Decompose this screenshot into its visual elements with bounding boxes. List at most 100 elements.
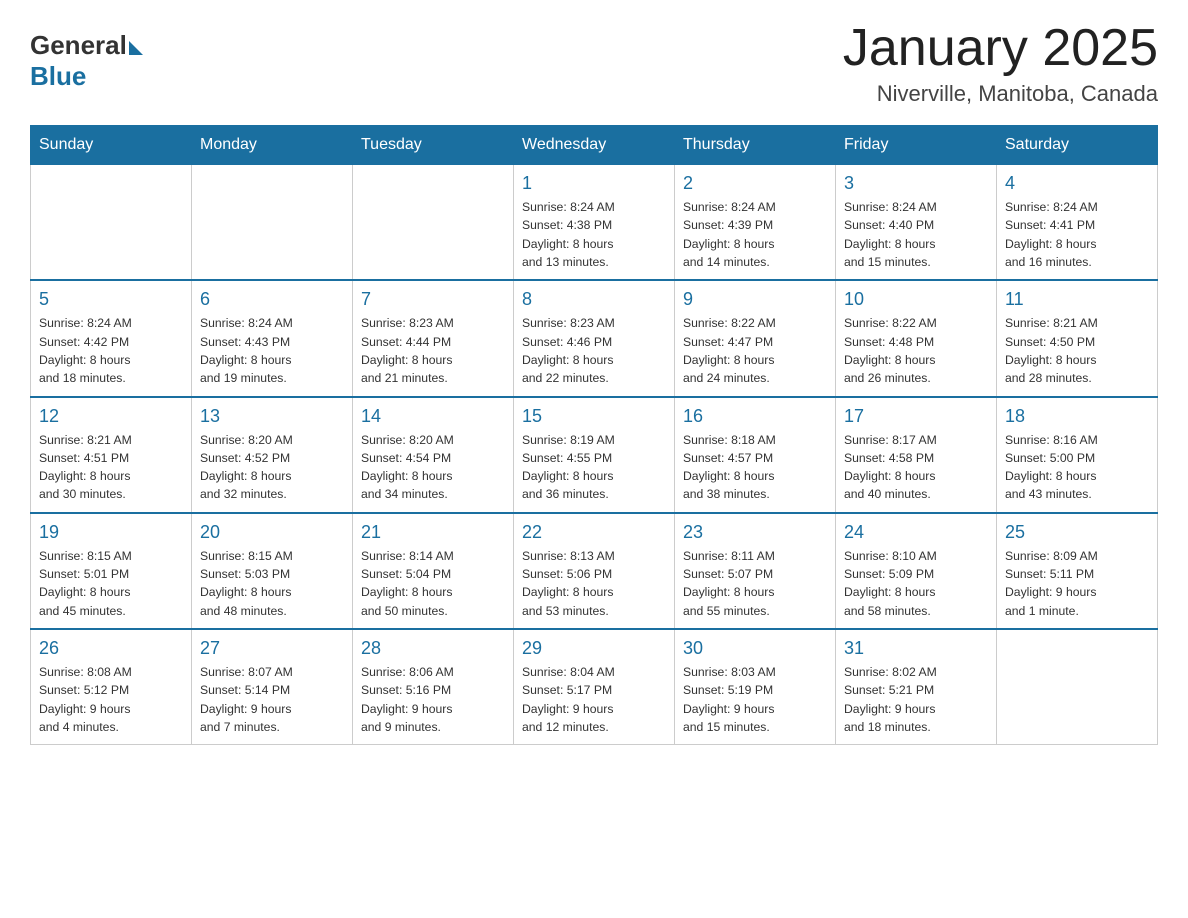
calendar-cell (997, 629, 1158, 745)
calendar-cell: 22 Sunrise: 8:13 AMSunset: 5:06 PMDayligh… (514, 513, 675, 629)
day-info: Sunrise: 8:09 AMSunset: 5:11 PMDaylight:… (1005, 547, 1149, 620)
calendar-cell: 3 Sunrise: 8:24 AMSunset: 4:40 PMDaylight… (836, 165, 997, 281)
day-number: 23 (683, 522, 827, 543)
day-info: Sunrise: 8:24 AMSunset: 4:42 PMDaylight:… (39, 314, 183, 387)
calendar-cell: 15 Sunrise: 8:19 AMSunset: 4:55 PMDayligh… (514, 397, 675, 513)
day-number: 13 (200, 406, 344, 427)
day-info: Sunrise: 8:20 AMSunset: 4:52 PMDaylight:… (200, 431, 344, 504)
day-number: 9 (683, 289, 827, 310)
calendar-week-row: 19 Sunrise: 8:15 AMSunset: 5:01 PMDayligh… (31, 513, 1158, 629)
day-number: 24 (844, 522, 988, 543)
calendar-cell: 19 Sunrise: 8:15 AMSunset: 5:01 PMDayligh… (31, 513, 192, 629)
day-info: Sunrise: 8:08 AMSunset: 5:12 PMDaylight:… (39, 663, 183, 736)
calendar-cell: 28 Sunrise: 8:06 AMSunset: 5:16 PMDayligh… (353, 629, 514, 745)
day-info: Sunrise: 8:22 AMSunset: 4:47 PMDaylight:… (683, 314, 827, 387)
day-number: 3 (844, 173, 988, 194)
logo-blue-text: Blue (30, 61, 86, 92)
title-area: January 2025 Niverville, Manitoba, Canad… (843, 20, 1158, 107)
day-info: Sunrise: 8:24 AMSunset: 4:43 PMDaylight:… (200, 314, 344, 387)
day-info: Sunrise: 8:07 AMSunset: 5:14 PMDaylight:… (200, 663, 344, 736)
calendar-week-row: 5 Sunrise: 8:24 AMSunset: 4:42 PMDaylight… (31, 280, 1158, 396)
day-info: Sunrise: 8:02 AMSunset: 5:21 PMDaylight:… (844, 663, 988, 736)
calendar-cell: 6 Sunrise: 8:24 AMSunset: 4:43 PMDaylight… (192, 280, 353, 396)
day-info: Sunrise: 8:15 AMSunset: 5:03 PMDaylight:… (200, 547, 344, 620)
calendar-cell: 31Sunrise: 8:02 AMSunset: 5:21 PMDayligh… (836, 629, 997, 745)
day-number: 25 (1005, 522, 1149, 543)
logo-arrow-icon (129, 41, 143, 55)
calendar-cell: 16Sunrise: 8:18 AMSunset: 4:57 PMDayligh… (675, 397, 836, 513)
calendar-week-row: 12 Sunrise: 8:21 AMSunset: 4:51 PMDayligh… (31, 397, 1158, 513)
col-header-wednesday: Wednesday (514, 126, 675, 165)
day-number: 5 (39, 289, 183, 310)
day-number: 7 (361, 289, 505, 310)
calendar-cell: 11 Sunrise: 8:21 AMSunset: 4:50 PMDayligh… (997, 280, 1158, 396)
day-number: 18 (1005, 406, 1149, 427)
day-info: Sunrise: 8:03 AMSunset: 5:19 PMDaylight:… (683, 663, 827, 736)
calendar-cell: 27 Sunrise: 8:07 AMSunset: 5:14 PMDayligh… (192, 629, 353, 745)
logo: General (30, 30, 143, 61)
day-info: Sunrise: 8:19 AMSunset: 4:55 PMDaylight:… (522, 431, 666, 504)
day-number: 28 (361, 638, 505, 659)
day-number: 17 (844, 406, 988, 427)
col-header-thursday: Thursday (675, 126, 836, 165)
calendar-cell: 24 Sunrise: 8:10 AMSunset: 5:09 PMDayligh… (836, 513, 997, 629)
day-info: Sunrise: 8:23 AMSunset: 4:46 PMDaylight:… (522, 314, 666, 387)
day-number: 29 (522, 638, 666, 659)
day-info: Sunrise: 8:24 AMSunset: 4:40 PMDaylight:… (844, 198, 988, 271)
col-header-sunday: Sunday (31, 126, 192, 165)
calendar-cell: 13 Sunrise: 8:20 AMSunset: 4:52 PMDayligh… (192, 397, 353, 513)
day-info: Sunrise: 8:13 AMSunset: 5:06 PMDaylight:… (522, 547, 666, 620)
day-info: Sunrise: 8:24 AMSunset: 4:38 PMDaylight:… (522, 198, 666, 271)
day-info: Sunrise: 8:04 AMSunset: 5:17 PMDaylight:… (522, 663, 666, 736)
col-header-saturday: Saturday (997, 126, 1158, 165)
calendar-week-row: 26 Sunrise: 8:08 AMSunset: 5:12 PMDayligh… (31, 629, 1158, 745)
day-info: Sunrise: 8:21 AMSunset: 4:50 PMDaylight:… (1005, 314, 1149, 387)
day-number: 26 (39, 638, 183, 659)
day-info: Sunrise: 8:23 AMSunset: 4:44 PMDaylight:… (361, 314, 505, 387)
calendar-cell: 29 Sunrise: 8:04 AMSunset: 5:17 PMDayligh… (514, 629, 675, 745)
day-number: 22 (522, 522, 666, 543)
day-info: Sunrise: 8:15 AMSunset: 5:01 PMDaylight:… (39, 547, 183, 620)
day-info: Sunrise: 8:20 AMSunset: 4:54 PMDaylight:… (361, 431, 505, 504)
day-number: 16 (683, 406, 827, 427)
day-number: 14 (361, 406, 505, 427)
day-info: Sunrise: 8:16 AMSunset: 5:00 PMDaylight:… (1005, 431, 1149, 504)
calendar-cell: 1 Sunrise: 8:24 AMSunset: 4:38 PMDaylight… (514, 165, 675, 281)
day-info: Sunrise: 8:11 AMSunset: 5:07 PMDaylight:… (683, 547, 827, 620)
day-number: 20 (200, 522, 344, 543)
calendar-cell: 21Sunrise: 8:14 AMSunset: 5:04 PMDayligh… (353, 513, 514, 629)
day-number: 6 (200, 289, 344, 310)
calendar-cell: 9 Sunrise: 8:22 AMSunset: 4:47 PMDaylight… (675, 280, 836, 396)
day-number: 1 (522, 173, 666, 194)
day-number: 27 (200, 638, 344, 659)
calendar-cell: 25 Sunrise: 8:09 AMSunset: 5:11 PMDayligh… (997, 513, 1158, 629)
calendar-cell (353, 165, 514, 281)
day-info: Sunrise: 8:06 AMSunset: 5:16 PMDaylight:… (361, 663, 505, 736)
day-info: Sunrise: 8:22 AMSunset: 4:48 PMDaylight:… (844, 314, 988, 387)
calendar-cell: 5 Sunrise: 8:24 AMSunset: 4:42 PMDaylight… (31, 280, 192, 396)
calendar-cell (192, 165, 353, 281)
logo-area: General Blue (30, 20, 143, 92)
col-header-monday: Monday (192, 126, 353, 165)
header: General Blue January 2025 Niverville, Ma… (30, 20, 1158, 107)
calendar-cell (31, 165, 192, 281)
col-header-friday: Friday (836, 126, 997, 165)
day-number: 12 (39, 406, 183, 427)
day-number: 19 (39, 522, 183, 543)
day-info: Sunrise: 8:21 AMSunset: 4:51 PMDaylight:… (39, 431, 183, 504)
calendar-header-row: SundayMondayTuesdayWednesdayThursdayFrid… (31, 126, 1158, 165)
day-number: 4 (1005, 173, 1149, 194)
calendar-week-row: 1 Sunrise: 8:24 AMSunset: 4:38 PMDaylight… (31, 165, 1158, 281)
calendar-cell: 17Sunrise: 8:17 AMSunset: 4:58 PMDayligh… (836, 397, 997, 513)
day-number: 11 (1005, 289, 1149, 310)
calendar-cell: 26 Sunrise: 8:08 AMSunset: 5:12 PMDayligh… (31, 629, 192, 745)
day-number: 15 (522, 406, 666, 427)
calendar-cell: 7 Sunrise: 8:23 AMSunset: 4:44 PMDaylight… (353, 280, 514, 396)
calendar-cell: 2Sunrise: 8:24 AMSunset: 4:39 PMDaylight… (675, 165, 836, 281)
calendar-cell: 14 Sunrise: 8:20 AMSunset: 4:54 PMDayligh… (353, 397, 514, 513)
day-number: 8 (522, 289, 666, 310)
calendar-cell: 23 Sunrise: 8:11 AMSunset: 5:07 PMDayligh… (675, 513, 836, 629)
day-info: Sunrise: 8:10 AMSunset: 5:09 PMDaylight:… (844, 547, 988, 620)
day-number: 10 (844, 289, 988, 310)
calendar-cell: 8 Sunrise: 8:23 AMSunset: 4:46 PMDaylight… (514, 280, 675, 396)
